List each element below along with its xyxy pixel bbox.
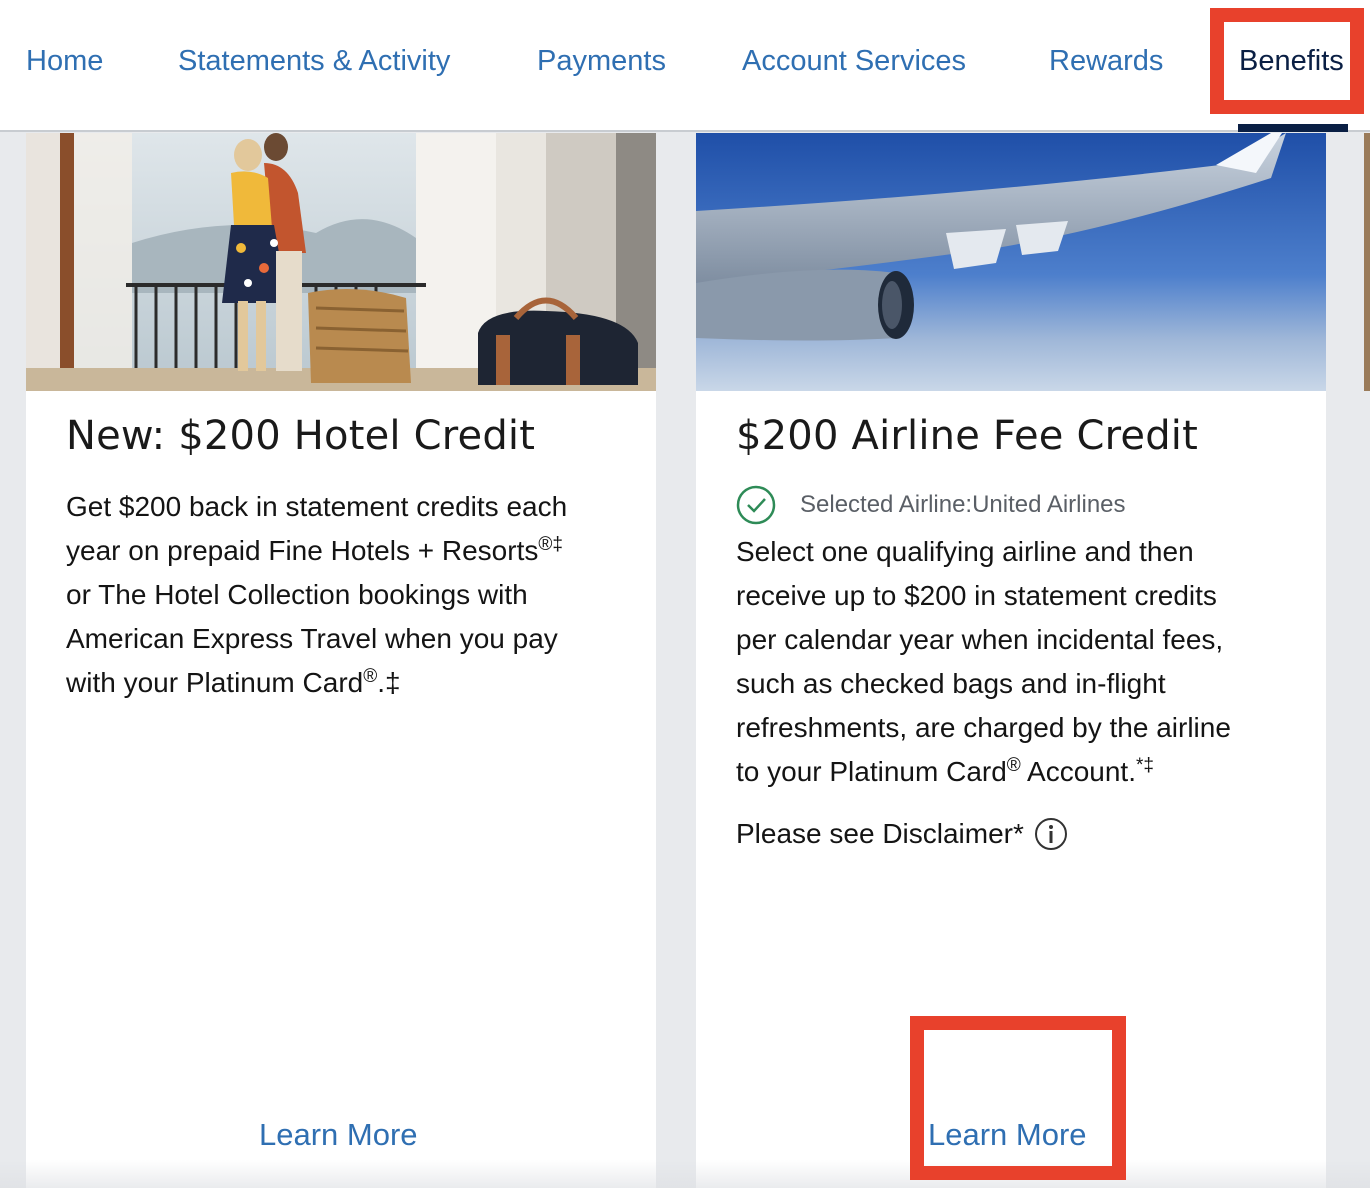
selected-airline-text: Selected Airline:United Airlines <box>800 491 1126 518</box>
hotel-balcony-image <box>26 133 656 391</box>
nav-account-services[interactable]: Account Services <box>742 42 966 80</box>
card-title: New: $200 Hotel Credit <box>66 413 536 459</box>
top-navigation: Home Statements & Activity Payments Acco… <box>0 0 1370 132</box>
active-tab-indicator <box>1238 124 1348 132</box>
card-title: $200 Airline Fee Credit <box>736 413 1198 459</box>
nav-payments[interactable]: Payments <box>537 42 666 80</box>
selected-airline-status: Selected Airline:United Airlines <box>736 485 1126 525</box>
nav-rewards[interactable]: Rewards <box>1049 42 1163 80</box>
airplane-wing-image <box>696 133 1326 391</box>
hotel-credit-card: New: $200 Hotel Credit Get $200 back in … <box>26 133 656 1188</box>
nav-statements-activity[interactable]: Statements & Activity <box>178 42 450 80</box>
check-circle-icon <box>736 485 776 525</box>
nav-benefits[interactable]: Benefits <box>1239 42 1344 80</box>
card-description: Get $200 back in statement credits each … <box>66 491 568 698</box>
card-description: Select one qualifying airline and then r… <box>736 536 1231 787</box>
info-icon[interactable] <box>1034 817 1068 851</box>
airline-credit-card: $200 Airline Fee Credit Selected Airline… <box>696 133 1326 1188</box>
hotel-learn-more-link[interactable]: Learn More <box>259 1117 418 1153</box>
nav-home[interactable]: Home <box>26 42 103 80</box>
disclaimer-line: Please see Disclaimer* <box>736 817 1068 851</box>
next-card-edge <box>1364 133 1370 391</box>
disclaimer-text: Please see Disclaimer* <box>736 818 1024 849</box>
airline-learn-more-link[interactable]: Learn More <box>928 1117 1087 1153</box>
